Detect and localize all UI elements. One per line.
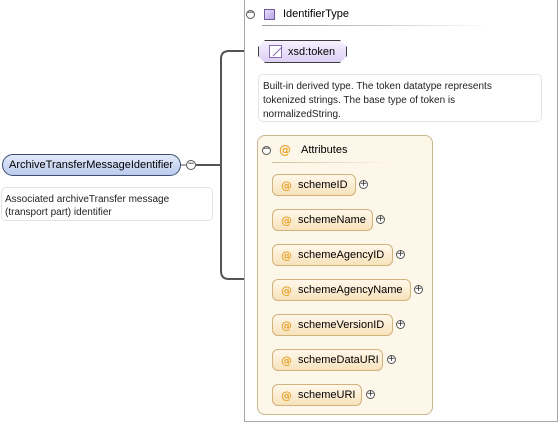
attribute-scheme-data-uri[interactable]: @ schemeDataURI bbox=[272, 349, 383, 371]
attribute-at-icon: @ bbox=[281, 388, 292, 402]
minus-icon: − bbox=[262, 144, 271, 154]
attribute-name: schemeName bbox=[298, 214, 366, 226]
base-type-node[interactable]: xsd:token bbox=[258, 40, 347, 63]
expand-attribute-button[interactable]: + bbox=[414, 283, 423, 294]
base-type-documentation: Built-in derived type. The token datatyp… bbox=[258, 74, 542, 122]
expand-attribute-button[interactable]: + bbox=[396, 248, 405, 259]
simple-type-icon bbox=[269, 45, 282, 58]
attribute-scheme-agency-id[interactable]: @ schemeAgencyID bbox=[272, 244, 393, 266]
attributes-label: Attributes bbox=[301, 144, 348, 156]
complex-type-name: IdentifierType bbox=[283, 8, 350, 20]
expand-attribute-button[interactable]: + bbox=[366, 388, 375, 399]
doc-line: Associated archiveTransfer message bbox=[5, 194, 170, 205]
expand-attribute-button[interactable]: + bbox=[359, 178, 368, 189]
attribute-name: schemeURI bbox=[298, 389, 356, 401]
root-element-node[interactable]: ArchiveTransferMessageIdentifier bbox=[2, 154, 181, 176]
attribute-at-icon: @ bbox=[281, 283, 292, 297]
minus-icon: − bbox=[187, 159, 195, 169]
attribute-scheme-uri[interactable]: @ schemeURI bbox=[272, 384, 362, 406]
root-element-name: ArchiveTransferMessageIdentifier bbox=[9, 159, 174, 171]
expand-attribute-button[interactable]: + bbox=[396, 318, 405, 329]
attribute-at-icon: @ bbox=[281, 248, 292, 262]
doc-line: normalizedString. bbox=[263, 109, 341, 120]
collapse-type-button[interactable]: − bbox=[246, 8, 255, 19]
element-documentation: Associated archiveTransfer message (tran… bbox=[1, 187, 213, 221]
expand-attribute-button[interactable]: + bbox=[376, 213, 385, 224]
expand-attribute-button[interactable]: + bbox=[387, 353, 396, 364]
attribute-scheme-agency-name[interactable]: @ schemeAgencyName bbox=[272, 279, 411, 301]
complex-type-header: − IdentifierType bbox=[246, 4, 496, 24]
attribute-scheme-id[interactable]: @ schemeID bbox=[272, 174, 356, 196]
collapse-element-button[interactable]: − bbox=[186, 160, 196, 170]
base-type-name: xsd:token bbox=[288, 45, 336, 58]
header-divider bbox=[262, 25, 492, 26]
attribute-name: schemeAgencyName bbox=[298, 284, 403, 296]
attribute-at-icon: @ bbox=[281, 353, 292, 367]
attribute-name: schemeVersionID bbox=[298, 319, 385, 331]
doc-line: tokenized strings. The base type of toke… bbox=[263, 95, 456, 106]
attribute-scheme-version-id[interactable]: @ schemeVersionID bbox=[272, 314, 393, 336]
attribute-at-icon: @ bbox=[281, 178, 292, 192]
plus-icon: + bbox=[396, 248, 405, 259]
collapse-attributes-button[interactable]: − bbox=[262, 144, 271, 155]
plus-icon: + bbox=[414, 283, 423, 294]
attribute-name: schemeAgencyID bbox=[298, 249, 385, 261]
complex-type-icon bbox=[264, 8, 275, 20]
doc-line: Built-in derived type. The token datatyp… bbox=[263, 81, 492, 92]
attributes-divider bbox=[272, 162, 392, 163]
attribute-at-icon: @ bbox=[281, 318, 292, 332]
plus-icon: + bbox=[376, 213, 385, 224]
attribute-at-icon: @ bbox=[281, 213, 292, 227]
plus-icon: + bbox=[396, 318, 405, 329]
attribute-scheme-name[interactable]: @ schemeName bbox=[272, 209, 373, 231]
attribute-at-icon: @ bbox=[279, 143, 291, 157]
plus-icon: + bbox=[359, 178, 368, 189]
minus-icon: − bbox=[246, 8, 255, 18]
doc-line: (transport part) identifier bbox=[5, 207, 112, 218]
plus-icon: + bbox=[387, 353, 396, 364]
attributes-header: − @ Attributes bbox=[262, 142, 412, 158]
attribute-name: schemeDataURI bbox=[298, 354, 379, 366]
attribute-name: schemeID bbox=[298, 179, 348, 191]
plus-icon: + bbox=[366, 388, 375, 399]
